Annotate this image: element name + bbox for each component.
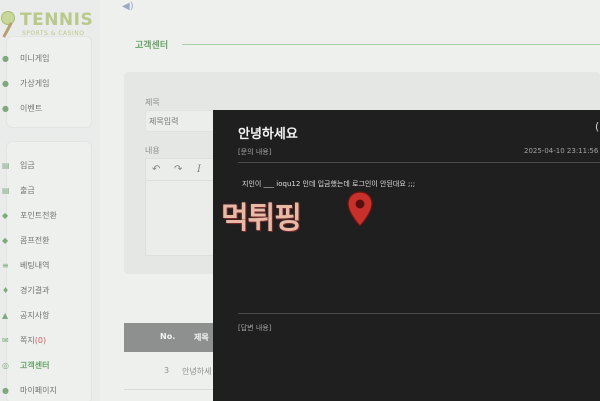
sidebar-item-deposit[interactable]: ▤ 입금 [2,156,93,176]
sidebar-item-label: 출금 [20,186,35,195]
sidebar-item-label: 포인트전환 [20,211,57,220]
sidebar-item-label: 입금 [20,161,35,170]
inquiry-table-header: No. 제목 [124,323,216,352]
sidebar-item-points[interactable]: ◆ 포인트전환 [2,206,93,226]
trophy-icon: ♦ [2,286,10,295]
column-no: No. [160,332,176,341]
support-icon: ◎ [2,361,9,370]
modal-title: 안녕하세요 [238,127,298,142]
sidebar-item-label: 쪽지(0) [20,335,46,346]
mail-icon: ✉ [2,336,9,345]
megaphone-icon[interactable]: ◀) [122,1,138,13]
sidebar-item-label: 콤프전환 [20,236,50,245]
modal-divider [238,162,600,163]
sidebar-item-bet-history[interactable]: ≡ 베팅내역 [2,256,93,276]
redo-icon[interactable]: ↷ [174,164,182,175]
content-field-label: 내용 [145,146,160,155]
inquiry-body: 지인이 ___ ioqu12 인데 입금했는데 로그인이 안된대요 ;;; [242,180,416,188]
sidebar-item-notice[interactable]: ▲ 공지사항 [2,306,93,326]
sidebar-item-label: 베팅내역 [20,261,50,270]
sidebar-item-label: 가상게임 [20,79,50,88]
sidebar-item-label: 이벤트 [20,104,43,113]
sidebar-account-panel: ▤ 입금 ▤ 출금 ◆ 포인트전환 ◆ 콤프전환 ≡ 베팅내역 ♦ 경기결과 ▲… [2,141,93,401]
gamepad-icon: ● [2,79,9,88]
location-pin-icon [347,191,373,227]
italic-button[interactable]: I [197,164,201,175]
sidebar-item-label: 공지사항 [20,311,50,320]
row-no: 3 [164,366,170,375]
row-title[interactable]: 안녕하세 [182,366,211,377]
points-icon: ◆ [2,211,9,220]
list-icon: ≡ [2,261,9,270]
messages-label: 쪽지 [20,336,35,345]
answer-divider [238,313,600,314]
brand-logo[interactable]: TENNIS SPORTS & CASINO [0,6,100,40]
sidebar-item-support[interactable]: ◎ 고객센터 [2,356,93,376]
sidebar-item-withdraw[interactable]: ▤ 출금 [2,181,93,201]
sidebar-item-minigame[interactable]: ● 미니게임 [2,49,93,69]
sidebar-item-messages[interactable]: ✉ 쪽지(0) [2,331,93,351]
sidebar-item-label: 경기결과 [20,286,50,295]
user-icon: ● [2,386,9,395]
column-title: 제목 [194,333,209,342]
answer-label: [답변 내용] [238,324,272,332]
withdraw-icon: ▤ [2,186,10,195]
inquiry-modal: 안녕하세요 ( [문의 내용] 2025-04-10 23:11:56 지인이 … [213,110,600,401]
gift-icon: ● [2,104,9,113]
brand-name: TENNIS [20,10,94,30]
watermark-text: 먹튀핑 [221,201,302,236]
inquiry-label: [문의 내용] [238,148,272,156]
comp-icon: ◆ [2,236,9,245]
undo-icon[interactable]: ↶ [152,164,160,175]
sidebar-item-label: 마이페이지 [20,386,57,395]
page-title: 고객센터 [135,41,169,51]
sidebar-item-comp[interactable]: ◆ 콤프전환 [2,231,93,251]
inquiry-timestamp: 2025-04-10 23:11:56 [524,147,599,155]
notice-icon: ▲ [2,311,9,320]
table-row[interactable]: 3 안녕하세 [124,352,216,390]
title-divider [182,44,600,45]
sidebar-games-panel: ● 미니게임 ● 가상게임 ● 이벤트 [2,36,93,128]
sidebar-item-label: 고객센터 [20,361,50,370]
message-count-badge: (0) [34,336,47,345]
sidebar-item-event[interactable]: ● 이벤트 [2,99,93,119]
sidebar: TENNIS SPORTS & CASINO ● 미니게임 ● 가상게임 ● 이… [0,0,100,401]
dice-icon: ● [2,54,9,63]
deposit-icon: ▤ [2,161,10,170]
sidebar-item-mypage[interactable]: ● 마이페이지 [2,381,93,401]
close-icon[interactable]: ( [595,120,600,133]
sidebar-item-results[interactable]: ♦ 경기결과 [2,281,93,301]
title-field-label: 제목 [145,98,160,107]
sidebar-item-label: 미니게임 [20,54,50,63]
sidebar-item-virtual-game[interactable]: ● 가상게임 [2,74,93,94]
